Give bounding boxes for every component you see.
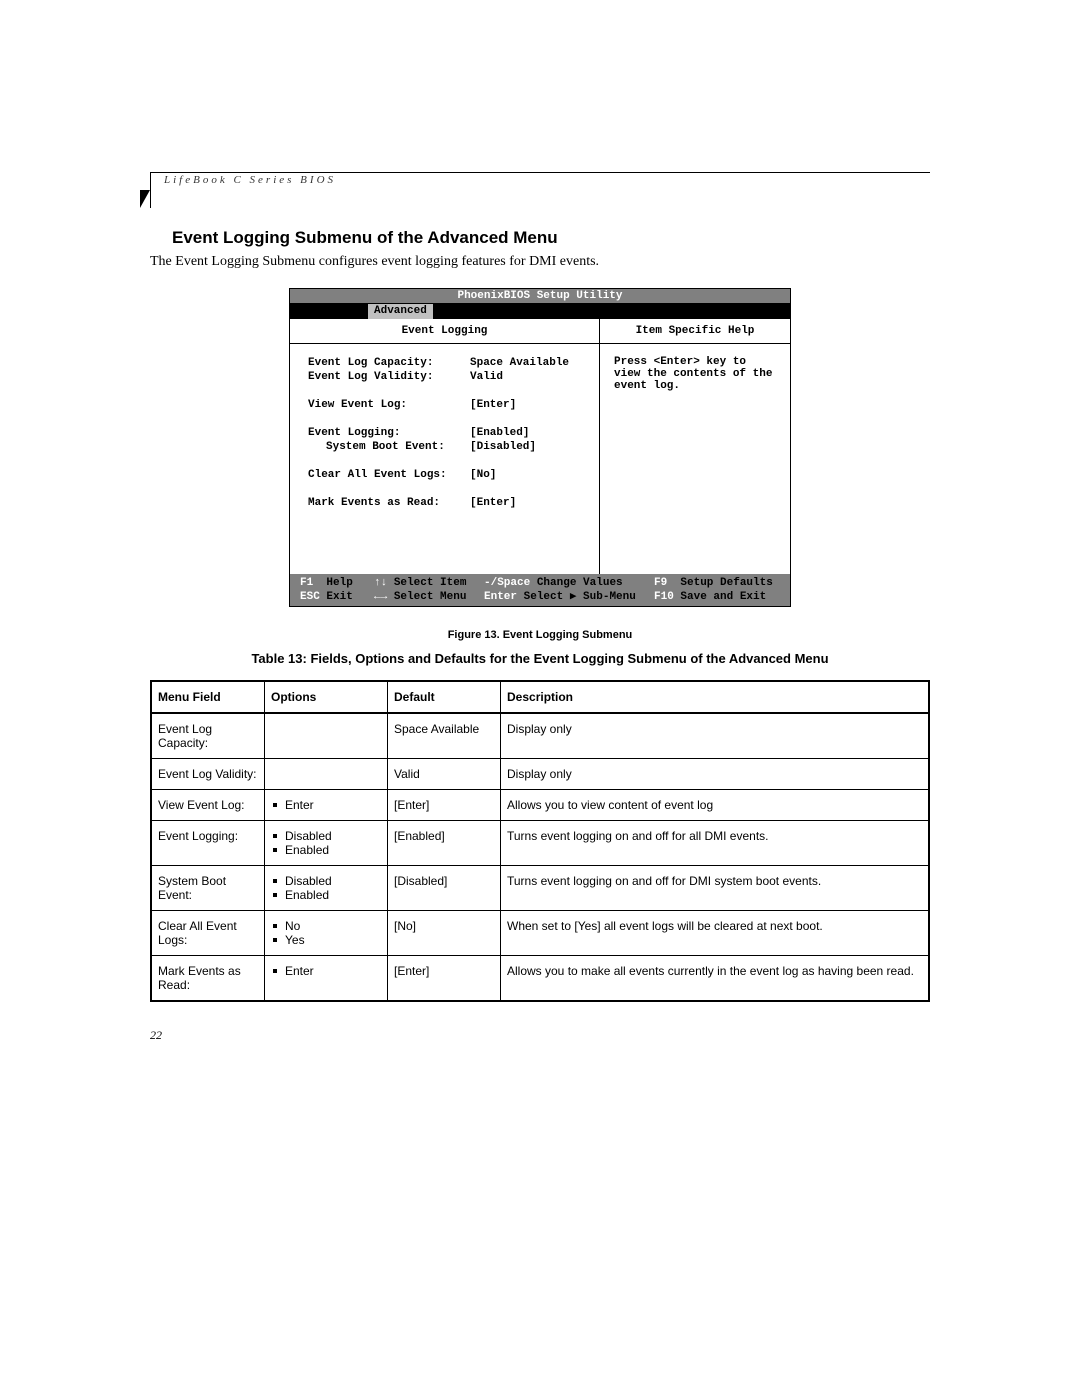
cell-description: Display only (501, 759, 930, 790)
bios-menubar: Advanced (290, 304, 790, 319)
cell-description: When set to [Yes] all event logs will be… (501, 911, 930, 956)
bios-setting-row[interactable]: Event Logging:[Enabled] (308, 426, 581, 440)
bios-setting-value: Valid (470, 370, 581, 384)
cell-menu-field: View Event Log: (151, 790, 265, 821)
cell-default: [No] (388, 911, 501, 956)
cell-default: Valid (388, 759, 501, 790)
bios-setting-label: Event Logging: (308, 426, 470, 440)
cell-menu-field: Event Log Validity: (151, 759, 265, 790)
cell-description: Allows you to make all events currently … (501, 956, 930, 1002)
th-options: Options (265, 681, 388, 713)
bios-setting-value: [No] (470, 468, 581, 482)
bios-setting-value: [Disabled] (470, 440, 581, 454)
cell-menu-field: Clear All Event Logs: (151, 911, 265, 956)
bios-left-header: Event Logging (290, 319, 599, 344)
table-row: Event Logging:DisabledEnabled[Enabled]Tu… (151, 821, 929, 866)
th-menu-field: Menu Field (151, 681, 265, 713)
cell-description: Allows you to view content of event log (501, 790, 930, 821)
cell-options: Enter (265, 956, 388, 1002)
th-default: Default (388, 681, 501, 713)
cell-options: NoYes (265, 911, 388, 956)
bios-setting-value: [Enabled] (470, 426, 581, 440)
bios-right-header: Item Specific Help (600, 319, 790, 344)
header-notch-icon (140, 190, 150, 208)
bios-footer: F1 Help ↑↓ Select Item -/Space Change Va… (290, 574, 790, 606)
bios-setting-value: [Enter] (470, 398, 581, 412)
table-row: Event Log Capacity: Space AvailableDispla… (151, 713, 929, 759)
figure-caption: Figure 13. Event Logging Submenu (150, 629, 930, 641)
bios-setting-label: Event Log Capacity: (308, 356, 470, 370)
bios-panel: PhoenixBIOS Setup Utility Advanced Event… (289, 288, 791, 607)
cell-options: Enter (265, 790, 388, 821)
page-number: 22 (150, 1028, 930, 1043)
cell-options (265, 713, 388, 759)
cell-menu-field: System Boot Event: (151, 866, 265, 911)
table-row: View Event Log:Enter[Enter]Allows you to… (151, 790, 929, 821)
bios-help-text: Press <Enter> key to view the contents o… (600, 344, 790, 574)
table-row: System Boot Event:DisabledEnabled[Disabl… (151, 866, 929, 911)
bios-setting-row[interactable]: View Event Log:[Enter] (308, 398, 581, 412)
bios-title: PhoenixBIOS Setup Utility (290, 289, 790, 304)
cell-description: Turns event logging on and off for DMI s… (501, 866, 930, 911)
cell-default: [Enter] (388, 790, 501, 821)
cell-default: [Enabled] (388, 821, 501, 866)
running-head: LifeBook C Series BIOS (164, 174, 336, 186)
intro-text: The Event Logging Submenu configures eve… (150, 254, 930, 270)
bios-setting-row[interactable]: Clear All Event Logs:[No] (308, 468, 581, 482)
fields-table: Menu Field Options Default Description E… (150, 680, 930, 1002)
bios-setting-row[interactable]: Mark Events as Read:[Enter] (308, 496, 581, 510)
table-row: Event Log Validity: ValidDisplay only (151, 759, 929, 790)
th-description: Description (501, 681, 930, 713)
cell-options: DisabledEnabled (265, 866, 388, 911)
header-rule (150, 172, 930, 173)
cell-menu-field: Event Logging: (151, 821, 265, 866)
bios-setting-label: View Event Log: (308, 398, 470, 412)
bios-setting-label: Clear All Event Logs: (308, 468, 470, 482)
table-row: Mark Events as Read:Enter[Enter]Allows y… (151, 956, 929, 1002)
bios-setting-value: [Enter] (470, 496, 581, 510)
section-heading: Event Logging Submenu of the Advanced Me… (172, 228, 930, 248)
cell-default: [Enter] (388, 956, 501, 1002)
bios-setting-label: Mark Events as Read: (308, 496, 470, 510)
cell-description: Turns event logging on and off for all D… (501, 821, 930, 866)
bios-setting-value: Space Available (470, 356, 581, 370)
bios-tab-advanced[interactable]: Advanced (368, 304, 433, 319)
bios-setting-label: System Boot Event: (308, 440, 470, 454)
cell-options: DisabledEnabled (265, 821, 388, 866)
cell-menu-field: Mark Events as Read: (151, 956, 265, 1002)
table-row: Clear All Event Logs:NoYes[No]When set t… (151, 911, 929, 956)
table-title: Table 13: Fields, Options and Defaults f… (150, 651, 930, 666)
cell-default: [Disabled] (388, 866, 501, 911)
bios-setting-row[interactable]: Event Log Capacity:Space Available (308, 356, 581, 370)
bios-setting-row[interactable]: System Boot Event:[Disabled] (308, 440, 581, 454)
cell-default: Space Available (388, 713, 501, 759)
header-rule-vert (150, 172, 151, 208)
cell-menu-field: Event Log Capacity: (151, 713, 265, 759)
bios-setting-row[interactable]: Event Log Validity:Valid (308, 370, 581, 384)
cell-options (265, 759, 388, 790)
cell-description: Display only (501, 713, 930, 759)
bios-setting-label: Event Log Validity: (308, 370, 470, 384)
